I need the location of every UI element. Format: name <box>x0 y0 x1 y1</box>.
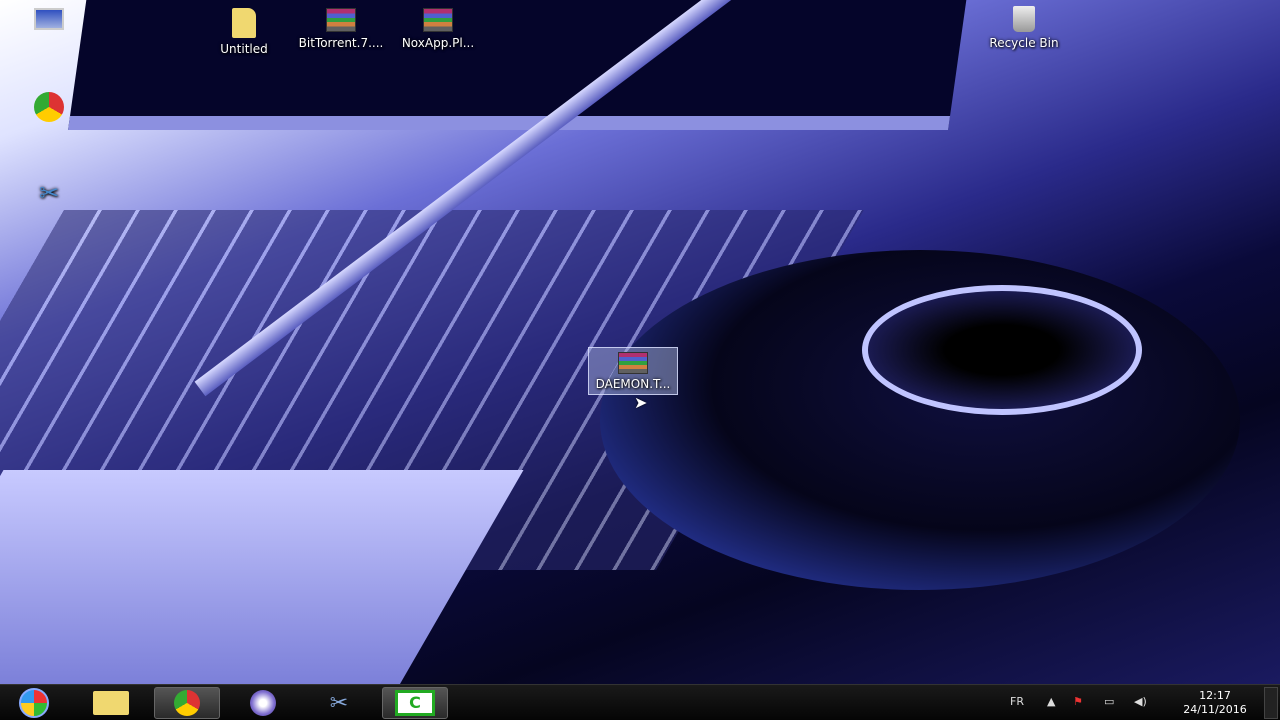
taskbar: ✂ C FR ▲ ⚑ ▭ ◀) 12:17 24/11/2016 <box>0 684 1280 720</box>
icon-label: NoxApp.Pl... <box>402 36 474 50</box>
desktop: ✂ Untitled BitTorrent.7.... NoxApp.Pl...… <box>0 0 1280 684</box>
desktop-icon-daemon-tools[interactable]: DAEMON.T... <box>588 347 678 395</box>
wallpaper-disc-hub <box>862 285 1142 415</box>
chrome-icon <box>174 690 200 716</box>
icon-label: Untitled <box>220 42 267 56</box>
tool-icon: ✂ <box>34 178 64 208</box>
clock[interactable]: 12:17 24/11/2016 <box>1180 689 1250 717</box>
winrar-icon <box>618 352 648 374</box>
show-desktop-button[interactable] <box>1264 687 1278 719</box>
taskbar-camtasia[interactable]: C <box>382 687 448 719</box>
taskbar-media[interactable] <box>230 687 296 719</box>
language-indicator[interactable]: FR <box>1010 695 1024 708</box>
icon-label: BitTorrent.7.... <box>299 36 384 50</box>
icon-label: Recycle Bin <box>989 36 1058 50</box>
folder-icon <box>232 8 256 38</box>
computer-icon <box>34 8 64 30</box>
action-center-flag-icon[interactable]: ⚑ <box>1073 695 1083 708</box>
mouse-cursor-icon: ➤ <box>634 393 647 412</box>
show-hidden-icons-button[interactable]: ▲ <box>1047 695 1055 708</box>
wallpaper-palmrest <box>0 470 524 684</box>
desktop-icon-bittorrent[interactable]: BitTorrent.7.... <box>296 8 386 50</box>
desktop-icon-tool[interactable]: ✂ <box>4 178 94 212</box>
taskbar-chrome[interactable] <box>154 687 220 719</box>
chrome-icon <box>34 92 64 122</box>
desktop-icon-recycle-bin[interactable]: Recycle Bin <box>979 6 1069 50</box>
recycle-bin-icon <box>1013 6 1035 32</box>
clock-time: 12:17 <box>1180 689 1250 703</box>
media-icon <box>250 690 276 716</box>
windows-logo-icon <box>19 688 49 718</box>
desktop-icon-untitled[interactable]: Untitled <box>199 8 289 56</box>
desktop-icon-noxapp[interactable]: NoxApp.Pl... <box>393 8 483 50</box>
taskbar-explorer[interactable] <box>78 687 144 719</box>
desktop-icon-computer[interactable] <box>4 8 94 34</box>
tool-icon: ✂ <box>330 691 348 716</box>
start-button[interactable] <box>6 687 62 719</box>
clock-date: 24/11/2016 <box>1180 703 1250 717</box>
volume-icon[interactable]: ◀) <box>1134 695 1147 708</box>
icon-label: DAEMON.T... <box>596 377 671 391</box>
desktop-icon-chrome[interactable] <box>4 92 94 126</box>
camtasia-icon: C <box>395 690 435 716</box>
winrar-icon <box>326 8 356 32</box>
folder-icon <box>93 691 129 715</box>
network-icon[interactable]: ▭ <box>1104 695 1114 708</box>
winrar-icon <box>423 8 453 32</box>
taskbar-tool[interactable]: ✂ <box>306 687 372 719</box>
